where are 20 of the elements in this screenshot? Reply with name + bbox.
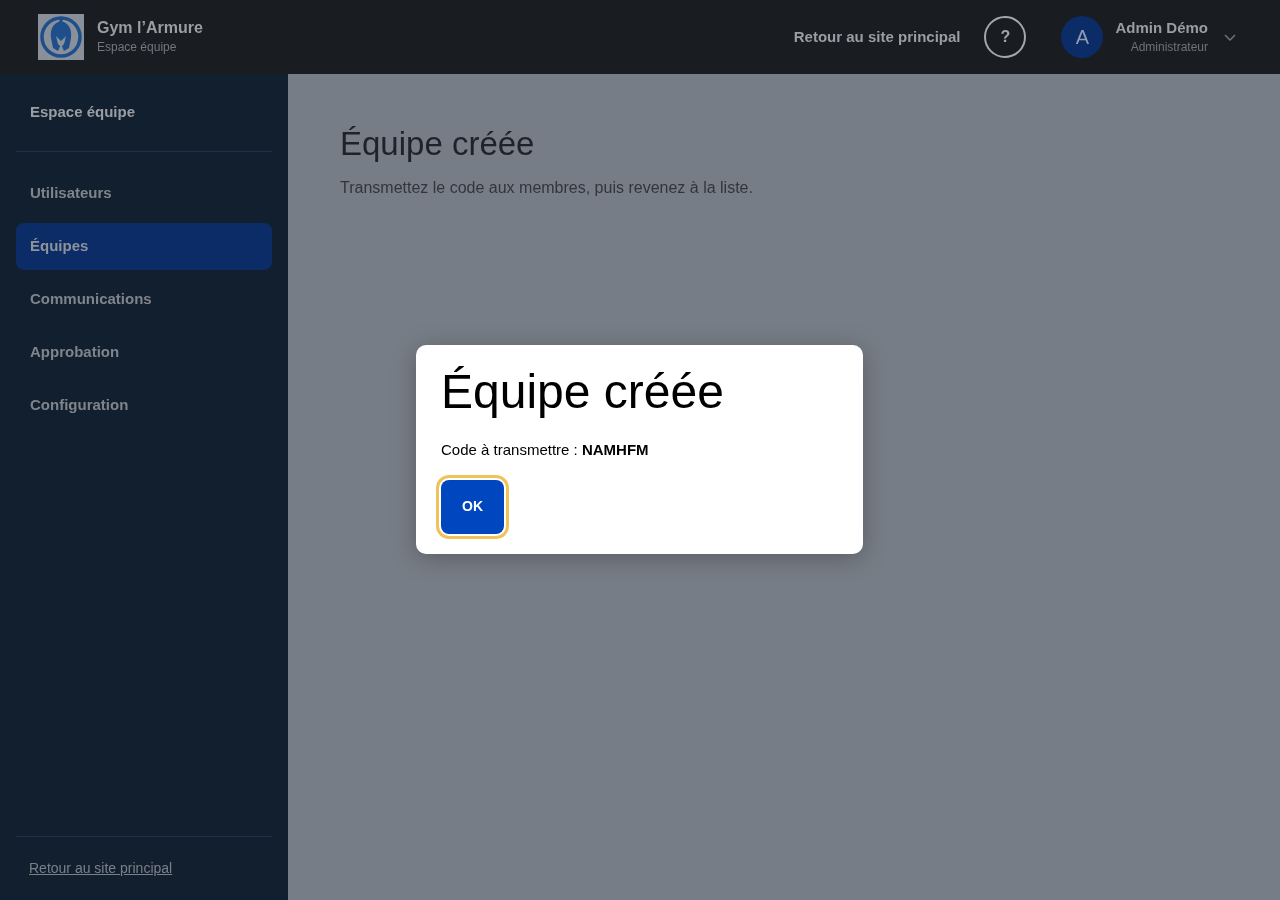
sidebar-item[interactable]: Utilisateurs: [16, 170, 272, 217]
page-description: Transmettez le code aux membres, puis revenez à la liste.: [340, 178, 753, 198]
helmet-logo: [38, 14, 84, 60]
sidebar-item[interactable]: Approbation: [16, 329, 272, 376]
chevron-down-icon[interactable]: [1224, 33, 1236, 41]
sidebar-title: Espace équipe: [30, 102, 136, 123]
brand-subtitle: Espace équipe: [97, 39, 178, 56]
page-title: Équipe créée: [340, 124, 535, 164]
user-role: Administrateur: [1130, 39, 1208, 56]
sidebar-item[interactable]: Configuration: [16, 382, 272, 429]
sidebar-item[interactable]: Équipes: [16, 223, 272, 270]
user-avatar[interactable]: A: [1061, 16, 1104, 58]
dialog-title: Équipe créée: [441, 364, 724, 420]
back-to-site-link[interactable]: Retour au site principal: [793, 25, 961, 49]
help-button[interactable]: ?: [984, 16, 1027, 58]
sidebar-item[interactable]: Communications: [16, 276, 272, 323]
back-to-site-link[interactable]: Retour au site principal: [29, 858, 173, 879]
user-name: Admin Démo: [1115, 18, 1208, 38]
dialog-message: Code à transmettre : NAMHFM: [441, 440, 649, 460]
brand-name: Gym l’Armure: [97, 18, 203, 38]
